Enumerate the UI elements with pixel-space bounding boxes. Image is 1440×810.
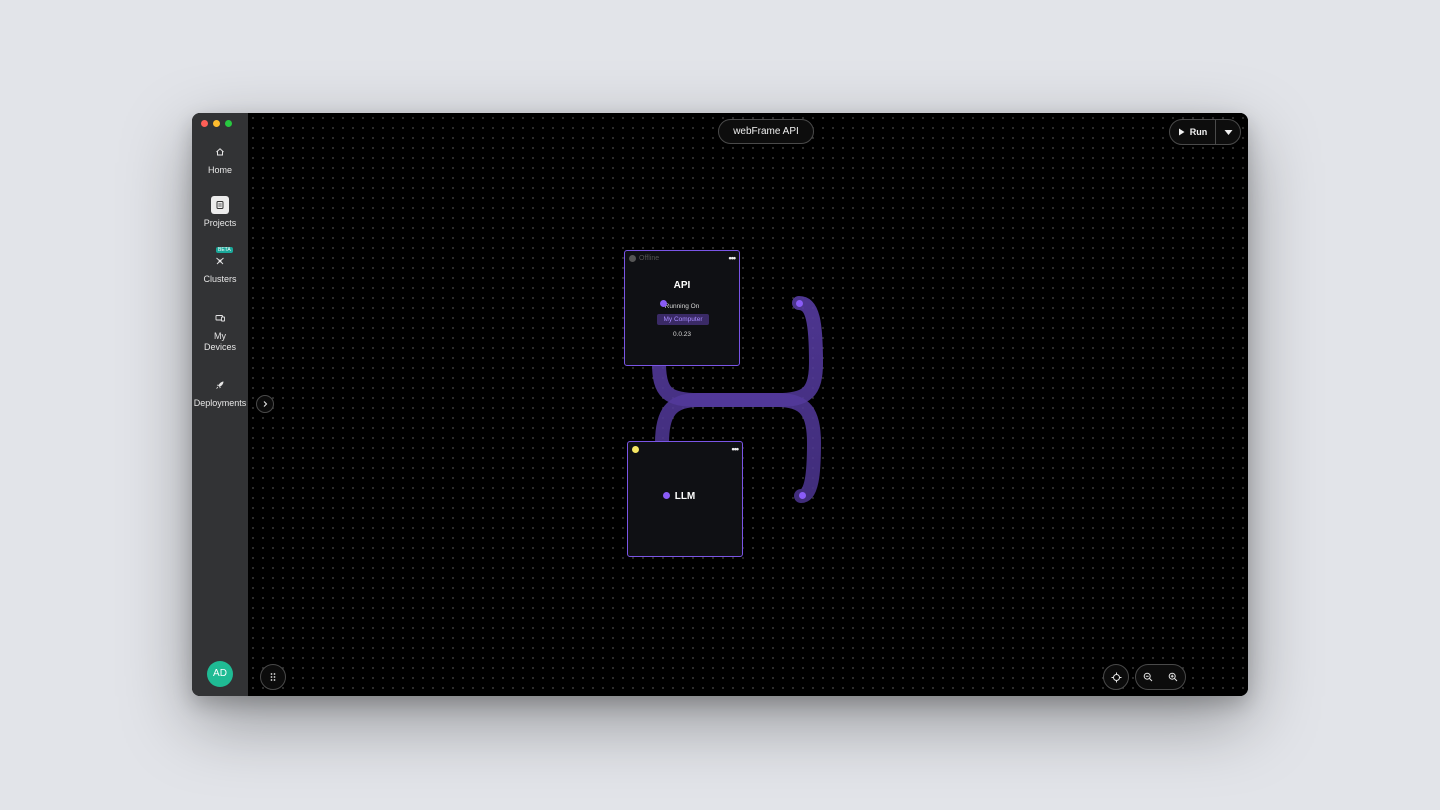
sidebar-item-clusters[interactable]: BETA Clusters	[192, 247, 248, 285]
running-on-label: Running On	[664, 303, 700, 310]
minimize-window-button[interactable]	[213, 120, 220, 127]
flow-canvas[interactable]: Offline ••• API Running On My Computer 0…	[248, 113, 1248, 696]
sidebar-item-label: My Devices	[203, 331, 236, 352]
zoom-in-icon	[1168, 672, 1178, 682]
node-status-label: Offline	[639, 255, 660, 262]
run-button-group: Run	[1169, 119, 1241, 145]
node-status	[632, 446, 639, 453]
sidebar-item-home[interactable]: Home	[192, 143, 248, 176]
node-menu-button[interactable]: •••	[729, 253, 737, 263]
crosshair-icon	[1111, 672, 1121, 682]
zoom-out-icon	[1143, 672, 1153, 682]
close-window-button[interactable]	[201, 120, 208, 127]
rocket-icon	[216, 381, 224, 389]
node-connections	[651, 296, 824, 503]
projects-icon	[211, 196, 229, 214]
zoom-in-button[interactable]	[1161, 665, 1186, 689]
run-button-label: Run	[1189, 127, 1208, 137]
llm-input-port[interactable]	[663, 492, 670, 499]
recenter-button[interactable]	[1103, 664, 1129, 690]
node-title: API	[673, 280, 691, 291]
run-button[interactable]: Run	[1170, 120, 1216, 144]
sidebar-item-label: Deployments	[193, 398, 247, 408]
devices-icon	[215, 315, 225, 322]
sidebar-item-label: Projects	[203, 218, 237, 228]
status-dot	[632, 446, 639, 453]
window-controls	[201, 120, 232, 127]
offline-status-dot	[629, 255, 636, 262]
sidebar-item-projects[interactable]: Projects	[192, 196, 248, 229]
maximize-window-button[interactable]	[225, 120, 232, 127]
beta-badge: BETA	[216, 247, 233, 253]
api-input-port[interactable]	[660, 300, 667, 307]
expand-sidebar-button[interactable]	[256, 395, 274, 413]
canvas-menu-button[interactable]	[260, 664, 286, 690]
sidebar-item-deployments[interactable]: Deployments	[192, 376, 248, 409]
avatar[interactable]: AD	[207, 661, 233, 687]
zoom-out-button[interactable]	[1136, 665, 1161, 689]
clusters-icon	[216, 257, 224, 265]
home-icon	[216, 148, 224, 156]
node-status: Offline	[629, 255, 659, 262]
node-title: LLM	[674, 491, 696, 502]
sidebar: Home Projects BETA Clusters My Devices D…	[192, 113, 248, 696]
project-title[interactable]: webFrame API	[718, 119, 814, 144]
chevron-right-icon	[263, 401, 268, 407]
version-label: 0.0.23	[672, 331, 692, 338]
node-menu-button[interactable]: •••	[732, 444, 740, 454]
sidebar-item-label: Clusters	[203, 274, 237, 284]
grip-dots-icon	[270, 673, 276, 681]
api-output-port[interactable]	[796, 300, 803, 307]
device-badge[interactable]: My Computer	[657, 314, 709, 325]
caret-down-icon	[1224, 129, 1232, 135]
zoom-controls	[1135, 664, 1186, 690]
sidebar-item-label: Home	[207, 165, 232, 175]
app-window: Home Projects BETA Clusters My Devices D…	[192, 113, 1248, 696]
sidebar-item-my-devices[interactable]: My Devices	[192, 309, 248, 353]
api-node[interactable]: Offline ••• API Running On My Computer 0…	[624, 250, 740, 366]
llm-node[interactable]: ••• LLM	[627, 441, 743, 557]
run-options-dropdown[interactable]	[1216, 120, 1240, 144]
llm-output-port[interactable]	[799, 492, 806, 499]
play-icon	[1178, 128, 1185, 136]
